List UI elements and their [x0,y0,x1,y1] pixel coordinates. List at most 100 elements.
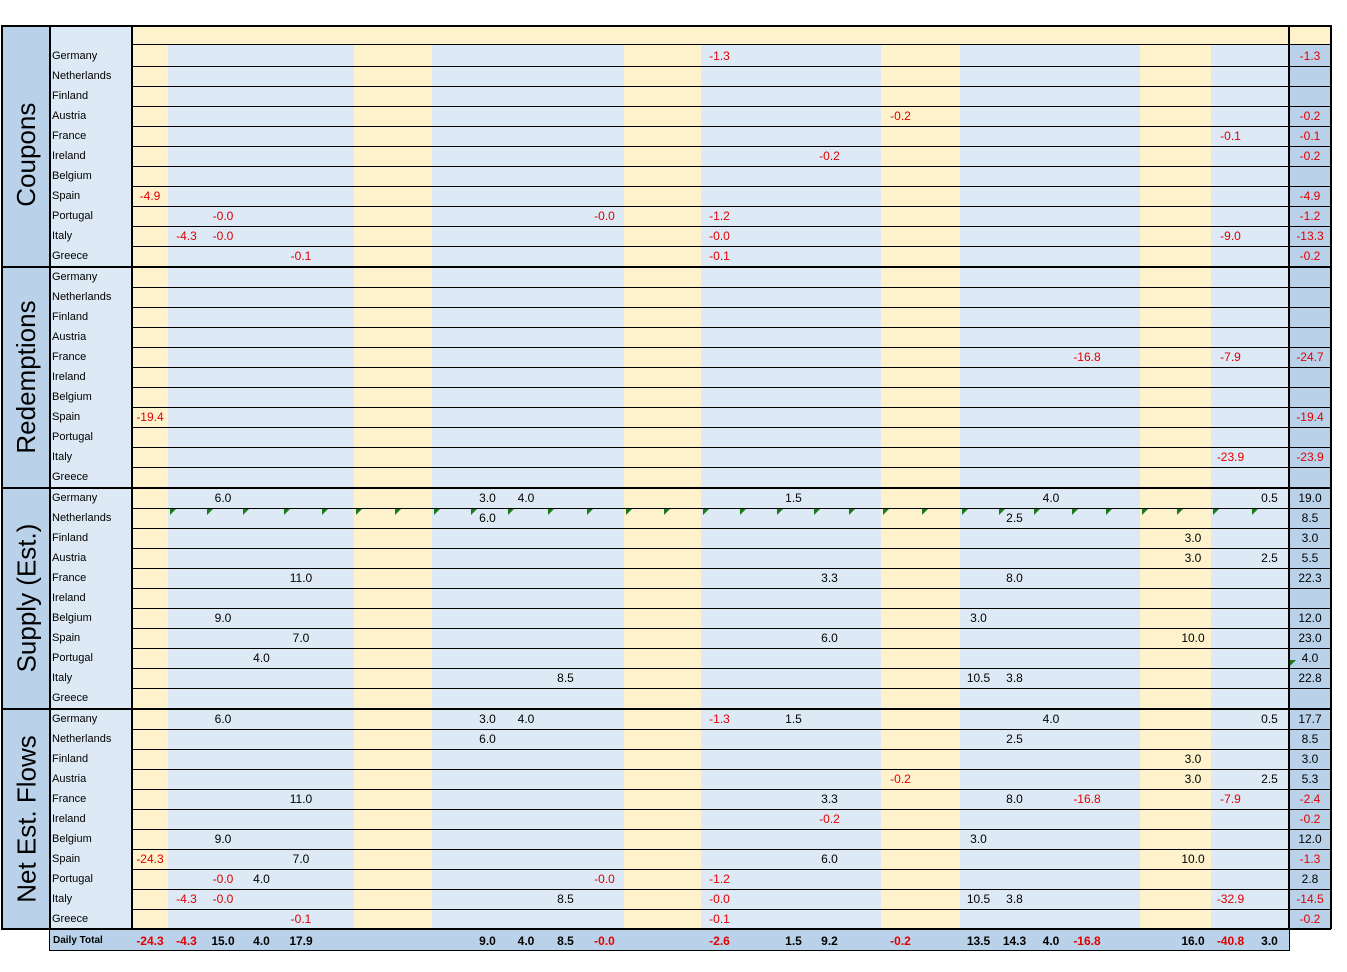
row-divider [132,809,1331,810]
value-cell: -7.9 [1220,350,1241,364]
total-header [1289,27,1331,44]
country-label: Spain [52,411,81,423]
daily-total-cell: 4.0 [1042,934,1060,948]
value-cell: 4.0 [253,872,270,886]
comment-marker-icon [999,509,1005,515]
value-cell: 10.5 [966,671,991,685]
day-of-week-label [205,9,241,23]
row-divider [132,608,1331,609]
date-header [624,27,662,44]
value-cell: -0.1 [290,912,312,926]
date-header [881,27,920,44]
day-column-fill [624,26,662,930]
row-total-cell: -1.3 [1299,49,1321,63]
value-cell: -23.9 [1216,450,1245,464]
value-cell: 3.8 [1006,892,1023,906]
value-cell: 3.3 [821,571,838,585]
day-column-fill [546,26,585,930]
row-total-cell: -0.2 [1299,912,1321,926]
value-cell: -32.9 [1216,892,1245,906]
country-label: Portugal [52,210,93,222]
country-label: Italy [52,893,73,905]
value-cell: -1.3 [709,712,730,726]
row-divider [132,749,1331,750]
date-header [168,27,205,44]
country-label: Italy [52,230,73,242]
row-total-cell: -23.9 [1296,450,1324,464]
value-cell: 2.5 [1261,772,1278,786]
row-total-cell: -19.4 [1296,410,1324,424]
row-divider [132,66,1331,67]
country-label: France [52,351,87,363]
day-of-week-label [1175,9,1211,23]
date-header [1140,27,1175,44]
country-label: Germany [52,713,98,725]
country-label: Greece [52,471,89,483]
comment-marker-icon [1213,509,1219,515]
row-total-cell: 8.5 [1301,511,1319,525]
day-of-week-label [469,9,506,23]
day-column-fill [662,26,701,930]
row-total-cell: 12.0 [1298,832,1322,846]
label-column-border [49,25,51,951]
daily-total-cell: 17.9 [289,934,313,948]
country-label: Italy [52,672,73,684]
comment-marker-icon [1072,509,1078,515]
country-label: Ireland [52,150,86,162]
value-cell: -19.4 [136,410,164,424]
day-of-week-label [320,9,354,23]
value-cell: 2.5 [1261,551,1278,565]
day-of-week-label [282,9,320,23]
row-divider [132,367,1331,368]
value-cell: 4.0 [1042,712,1060,726]
country-label: Italy [52,451,73,463]
country-label: Netherlands [52,70,112,82]
value-cell: -0.0 [594,872,615,886]
row-total-cell: 22.3 [1298,571,1322,585]
row-divider [132,307,1331,308]
daily-total-cell: 15.0 [211,934,235,948]
value-cell: 3.3 [821,792,838,806]
comment-marker-icon [962,509,968,515]
day-column-fill [920,26,960,930]
comment-marker-icon [207,509,213,515]
value-cell: -0.0 [212,229,234,243]
daily-total-cell: -24.3 [136,934,164,948]
comment-marker-icon [1142,509,1148,515]
row-total-cell: 17.7 [1298,712,1322,726]
day-of-week-label [997,9,1032,23]
value-cell: 4.0 [253,651,270,665]
row-total-cell: 23.0 [1298,631,1322,645]
country-label: Germany [52,271,98,283]
day-column-fill [506,26,546,930]
row-divider [132,327,1331,328]
comment-marker-icon [471,509,477,515]
day-of-week-label [881,9,920,23]
row-total-cell: -4.9 [1299,189,1321,203]
date-header [738,27,775,44]
country-label: France [52,793,87,805]
comment-marker-icon [434,509,440,515]
comment-marker-icon [322,509,328,515]
day-column-fill [1250,26,1289,930]
row-divider [132,186,1331,187]
date-header [320,27,354,44]
value-cell: 8.5 [557,671,574,685]
value-cell: 1.5 [785,491,802,505]
country-label: Austria [52,552,87,564]
daily-total-cell: 9.2 [821,934,838,948]
value-cell: 4.0 [1042,491,1060,505]
country-label: France [52,130,87,142]
comment-marker-icon [548,509,554,515]
section-divider [1,708,1331,710]
row-total-cell: -0.2 [1299,249,1321,263]
date-header [506,27,546,44]
day-of-week-label [738,9,775,23]
country-label: Spain [52,853,81,865]
value-cell: -1.3 [709,49,730,63]
daily-total-cell: 3.0 [1261,934,1278,948]
value-cell: 6.0 [479,732,496,746]
day-column-fill [738,26,775,930]
day-of-week-label [847,9,881,23]
value-cell: 8.0 [1006,571,1023,585]
